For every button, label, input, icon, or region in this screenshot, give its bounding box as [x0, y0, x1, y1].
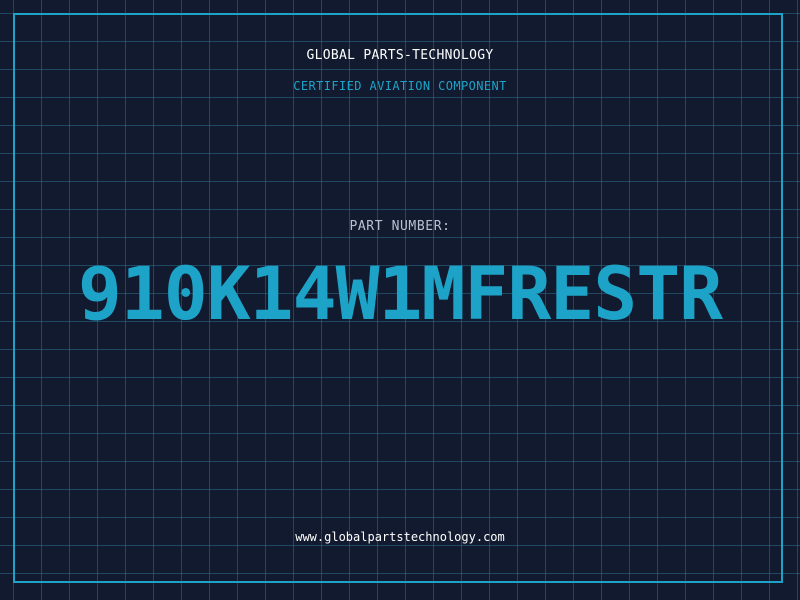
certification-tagline: CERTIFIED AVIATION COMPONENT: [293, 79, 507, 93]
part-number-label: PART NUMBER:: [349, 219, 451, 234]
company-name: GLOBAL PARTS-TECHNOLOGY: [306, 48, 494, 63]
website-url: www.globalpartstechnology.com: [295, 530, 505, 544]
part-number-value: 910K14W1MFRESTR: [77, 252, 723, 337]
